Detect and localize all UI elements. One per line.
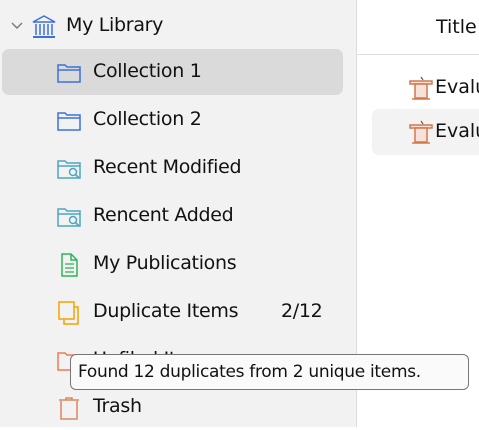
sidebar-item-label: Recent Modified [93, 156, 242, 178]
sidebar-item-trash[interactable]: Trash [2, 384, 343, 430]
sidebar-item-label: Collection 2 [93, 108, 202, 130]
sidebar-item-recent-modified[interactable]: Recent Modified [2, 145, 343, 191]
saved-search-icon [57, 208, 81, 227]
duplicates-tooltip: Found 12 duplicates from 2 unique items. [70, 354, 469, 390]
sidebar-item-recent-added[interactable]: Rencent Added [2, 193, 343, 239]
sidebar-item-label: Duplicate Items [93, 300, 239, 322]
publications-icon [61, 253, 78, 277]
sidebar-item-collection-1[interactable]: Collection 1 [2, 49, 343, 95]
item-row[interactable]: Evalu [372, 65, 479, 111]
column-header-label: Title [436, 16, 477, 38]
presentation-icon [409, 120, 433, 144]
sidebar-item-label: My Library [66, 14, 164, 36]
sidebar-item-my-library[interactable]: My Library [2, 3, 343, 49]
library-icon [32, 15, 56, 38]
sidebar-item-duplicate-items[interactable]: Duplicate Items 2/12 [2, 289, 343, 335]
sidebar-item-label: My Publications [93, 252, 237, 274]
sidebar-item-label: Trash [93, 395, 142, 417]
presentation-icon [409, 76, 433, 100]
trash-icon [59, 397, 79, 420]
chevron-down-icon[interactable] [10, 19, 24, 33]
item-row[interactable]: Evalu [372, 109, 479, 155]
duplicate-icon [58, 301, 79, 325]
duplicate-count: 2/12 [281, 300, 323, 322]
folder-icon [57, 64, 81, 83]
saved-search-icon [57, 160, 81, 179]
folder-icon [57, 112, 81, 131]
sidebar-item-collection-2[interactable]: Collection 2 [2, 97, 343, 143]
item-title: Evalu [435, 76, 479, 98]
item-title: Evalu [435, 120, 479, 142]
sidebar-item-label: Collection 1 [93, 60, 202, 82]
sidebar-item-label: Rencent Added [93, 204, 234, 226]
sidebar-item-my-publications[interactable]: My Publications [2, 241, 343, 287]
column-header-title[interactable]: Title [357, 0, 479, 55]
